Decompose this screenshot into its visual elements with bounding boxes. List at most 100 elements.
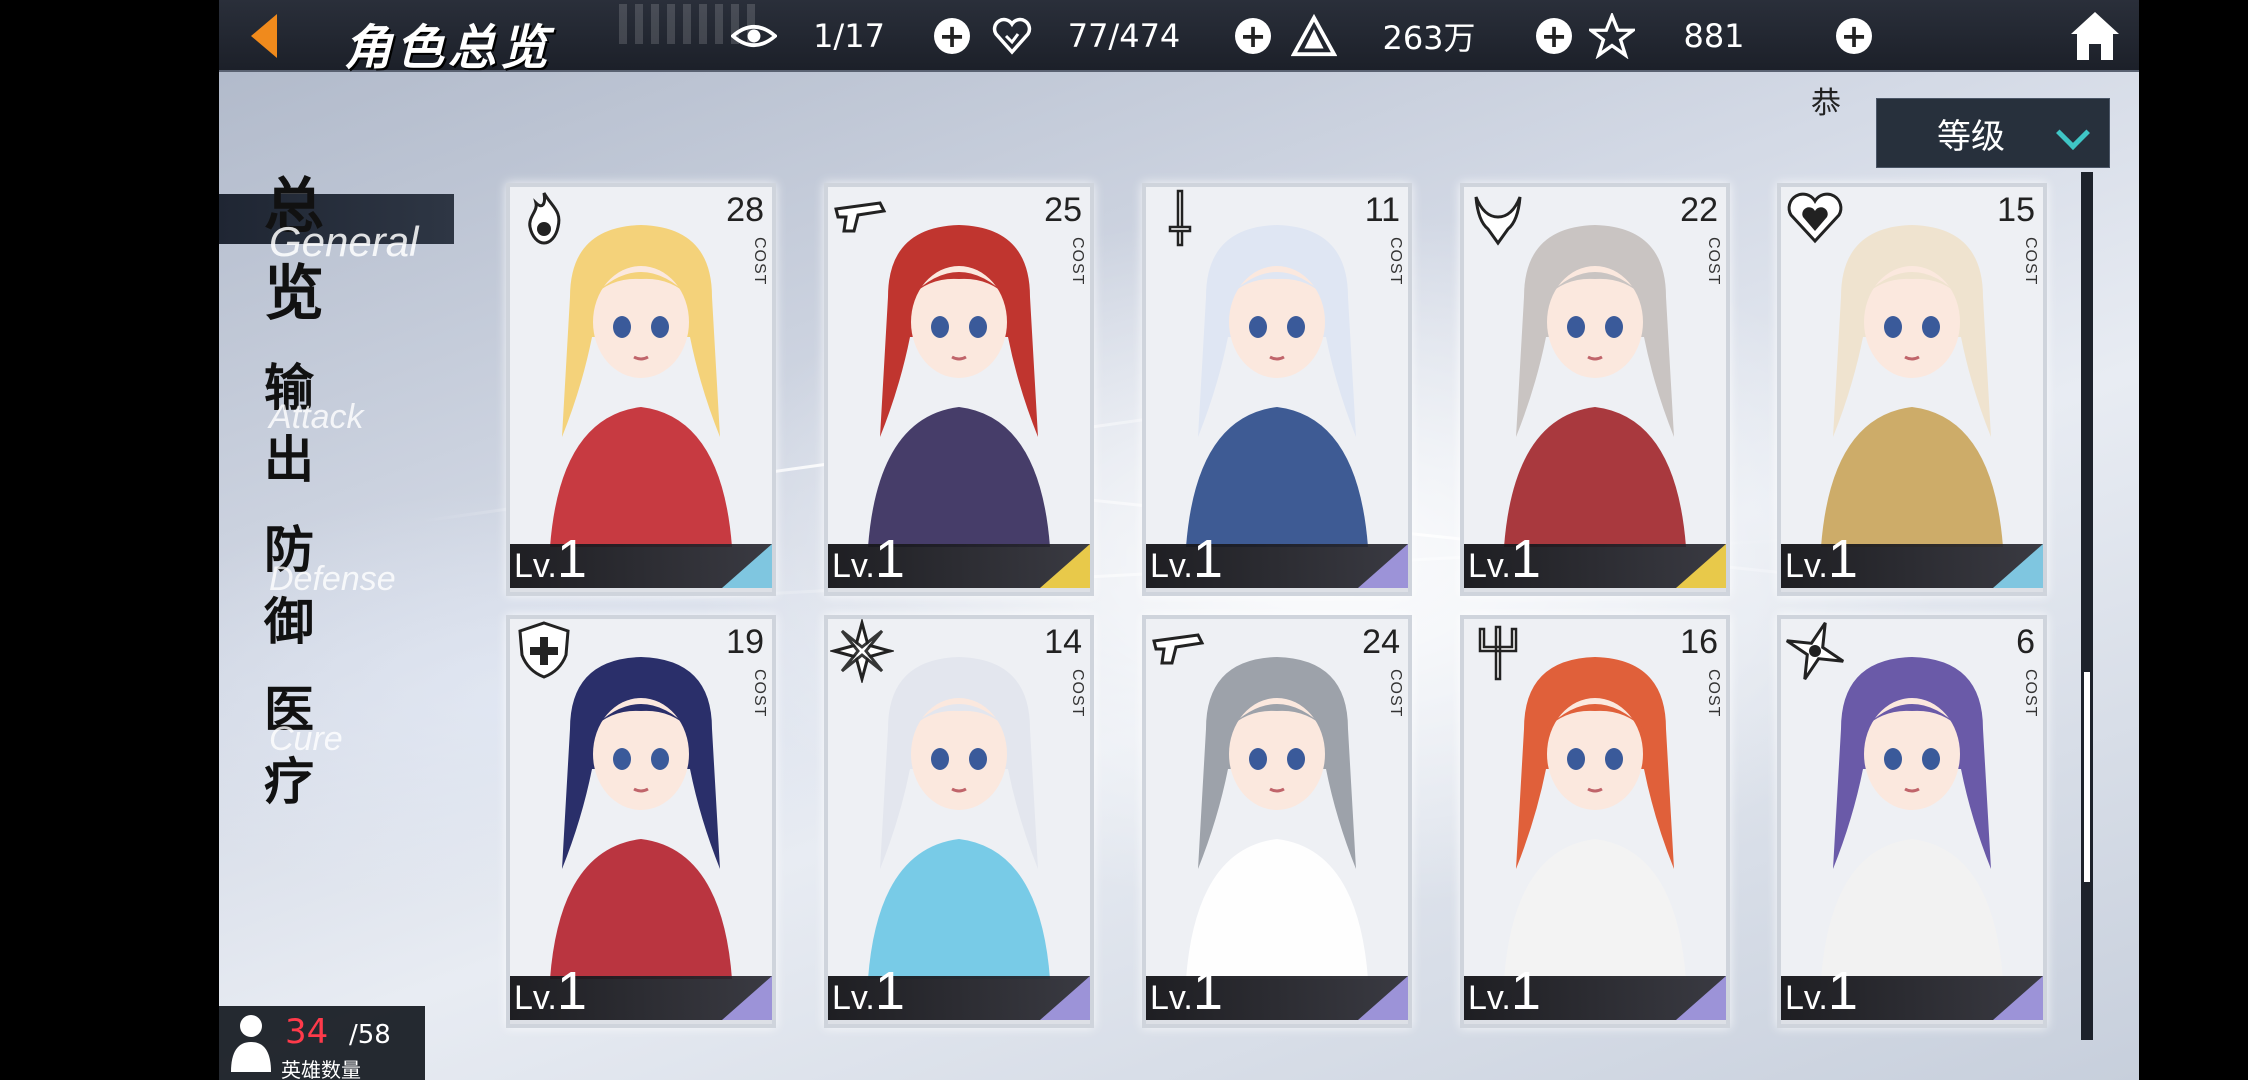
level-text: Lv.1 (514, 964, 587, 1018)
rarity-corner (1040, 976, 1090, 1020)
level-text: Lv.1 (1150, 964, 1223, 1018)
cost-value: 16 (1680, 623, 1718, 661)
tab-label-en: Defense (269, 560, 396, 598)
demon-icon (1474, 196, 1522, 246)
chevron-down-icon (2056, 116, 2090, 150)
level-value: 1 (1510, 961, 1541, 1021)
level-value: 1 (1192, 529, 1223, 589)
resource-star-value: 881 (1683, 17, 1745, 55)
cost-label: COST (2022, 237, 2039, 286)
hero-count-label: 英雄数量 (281, 1058, 361, 1080)
level-prefix: Lv. (1150, 547, 1193, 585)
character-card[interactable]: 16 COST Lv.1 (1460, 615, 1730, 1028)
rarity-corner (1993, 976, 2043, 1020)
heart-class-icon (1787, 192, 1843, 244)
sword-icon (1168, 189, 1192, 247)
character-card[interactable]: 14 COST Lv.1 (824, 615, 1094, 1028)
cost-label: COST (1387, 237, 1404, 286)
trident-icon (1478, 625, 1518, 681)
level-value: 1 (1827, 961, 1858, 1021)
character-card[interactable]: 11 COST Lv.1 (1142, 183, 1412, 596)
level-prefix: Lv. (832, 547, 875, 585)
character-card[interactable]: 19 COST Lv.1 (506, 615, 776, 1028)
fire-icon (528, 192, 561, 245)
character-card[interactable]: 28 COST Lv.1 (506, 183, 776, 596)
level-prefix: Lv. (514, 979, 557, 1017)
add-heart-button[interactable]: + (1235, 18, 1271, 54)
shuriken-icon (1785, 621, 1845, 681)
level-text: Lv.1 (1468, 532, 1541, 586)
tab-label-en: Attack (269, 398, 364, 436)
rarity-corner (1676, 976, 1726, 1020)
add-star-button[interactable]: + (1836, 18, 1872, 54)
back-button[interactable] (219, 0, 309, 72)
rarity-corner (722, 544, 772, 588)
top-bar: 角色总览 1/17 + 77/474 + 263万 + 881 + (219, 0, 2139, 76)
cost-label: COST (2022, 669, 2039, 718)
character-card[interactable]: 6 COST Lv.1 (1777, 615, 2047, 1028)
level-value: 1 (1192, 961, 1223, 1021)
cost-label: COST (1069, 237, 1086, 286)
cost-value: 22 (1680, 191, 1718, 229)
cost-value: 19 (726, 623, 764, 661)
cost-value: 6 (2016, 623, 2035, 661)
level-value: 1 (556, 529, 587, 589)
gun-icon (834, 201, 887, 233)
level-prefix: Lv. (1468, 979, 1511, 1017)
notice-character: 恭 (1811, 86, 1841, 121)
level-value: 1 (1827, 529, 1858, 589)
character-card[interactable]: 15 COST Lv.1 (1777, 183, 2047, 596)
add-eye-button[interactable]: + (934, 18, 970, 54)
add-crystal-button[interactable]: + (1536, 18, 1572, 54)
level-value: 1 (556, 961, 587, 1021)
rarity-corner (1040, 544, 1090, 588)
character-card[interactable]: 25 COST Lv.1 (824, 183, 1094, 596)
character-card[interactable]: 24 COST Lv.1 (1142, 615, 1412, 1028)
hero-count-current: 34 (285, 1012, 329, 1052)
cost-value: 25 (1044, 191, 1082, 229)
snowflake-icon (830, 619, 894, 683)
level-prefix: Lv. (1468, 547, 1511, 585)
level-prefix: Lv. (832, 979, 875, 1017)
rarity-corner (1993, 544, 2043, 588)
cost-value: 28 (726, 191, 764, 229)
hero-count-panel: 34 /58 英雄数量 (219, 1006, 425, 1080)
home-button[interactable] (2067, 8, 2123, 64)
level-value: 1 (874, 529, 905, 589)
resource-heart-value: 77/474 (1067, 17, 1181, 55)
level-text: Lv.1 (1785, 964, 1858, 1018)
rarity-corner (1358, 976, 1408, 1020)
level-text: Lv.1 (1150, 532, 1223, 586)
cost-label: COST (751, 669, 768, 718)
level-text: Lv.1 (1785, 532, 1858, 586)
character-card[interactable]: 22 COST Lv.1 (1460, 183, 1730, 596)
hero-count-max: /58 (349, 1020, 391, 1050)
cost-label: COST (1705, 237, 1722, 286)
scrollbar-track[interactable] (2081, 172, 2093, 1040)
level-text: Lv.1 (514, 532, 587, 586)
cost-label: COST (1705, 669, 1722, 718)
scrollbar-thumb[interactable] (2084, 672, 2090, 882)
cost-label: COST (751, 237, 768, 286)
gun-icon (1152, 633, 1205, 665)
rarity-corner (722, 976, 772, 1020)
back-arrow-icon (251, 14, 277, 58)
level-prefix: Lv. (1150, 979, 1193, 1017)
cost-value: 15 (1997, 191, 2035, 229)
triangle-crystal-icon (1291, 14, 1337, 58)
sort-dropdown[interactable]: 等级 (1876, 98, 2110, 168)
resource-crystal-value: 263万 (1382, 19, 1476, 57)
cost-value: 24 (1362, 623, 1400, 661)
rarity-corner (1358, 544, 1408, 588)
person-icon (231, 1015, 271, 1072)
heart-icon (989, 14, 1035, 58)
rarity-corner (1676, 544, 1726, 588)
level-value: 1 (1510, 529, 1541, 589)
level-text: Lv.1 (832, 964, 905, 1018)
cost-label: COST (1387, 669, 1404, 718)
game-screen: 角色总览 1/17 + 77/474 + 263万 + 881 + 恭 等级 总… (219, 0, 2139, 1080)
star-icon (1589, 13, 1635, 59)
home-icon (2071, 12, 2119, 60)
page-title: 角色总览 (344, 20, 553, 76)
eye-icon (731, 14, 777, 58)
